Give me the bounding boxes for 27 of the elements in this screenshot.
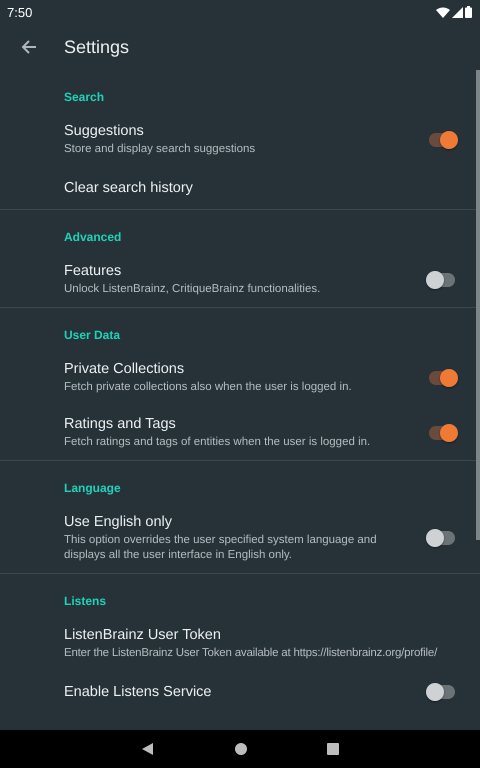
battery-icon [465,6,472,18]
setting-title: Clear search history [64,179,194,197]
setting-title: Use English only [64,513,173,531]
section-header: Listens [64,594,106,608]
status-time: 7:50 [7,4,32,20]
home-nav-button[interactable] [235,743,247,755]
setting-summary: Enter the ListenBrainz User Token available at https://listenbrainz.org/profile/ [64,646,438,661]
setting-summary: Unlock ListenBrainz, CritiqueBrainz functionalities. [64,282,322,297]
signal-icon [452,6,463,18]
back-nav-button[interactable] [141,742,155,756]
setting-title: Enable Listens Service [64,683,212,701]
section-header: User Data [64,328,120,342]
setting-title: Suggestions [64,122,145,140]
setting-title: Features [64,262,122,280]
setting-summary: This option overrides the user specified system language and displays all the user interface in English only. [64,533,378,563]
setting-title: Private Collections [64,360,186,378]
setting-title: Ratings and Tags [64,415,177,433]
setting-summary: Fetch ratings and tags of entities when the user is logged in. [64,435,372,450]
section-header: Search [64,90,104,104]
back-button[interactable] [21,39,37,55]
screen-title: Settings [64,36,130,58]
setting-title: ListenBrainz User Token [64,626,222,644]
section-header: Language [64,481,121,495]
wifi-icon [436,6,450,18]
setting-summary: Store and display search suggestions [64,142,256,157]
section-header: Advanced [64,230,122,244]
setting-summary: Fetch private collections also when the user is logged in. [64,380,353,395]
